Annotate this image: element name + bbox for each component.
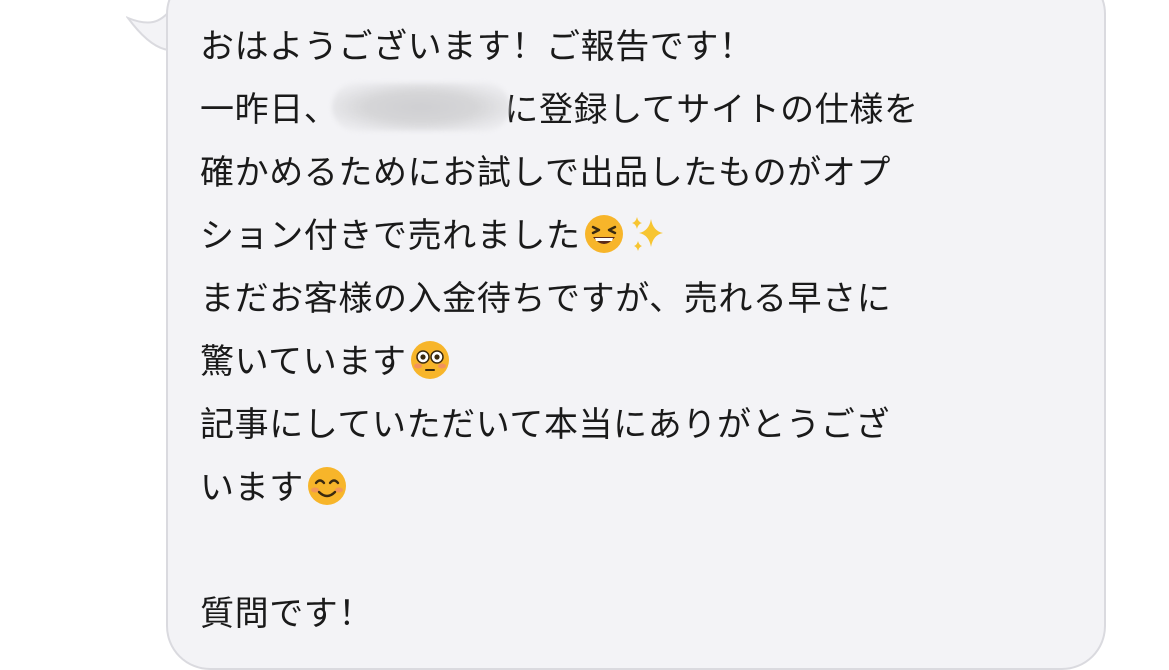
message-line-10: 質問です！ <box>200 594 373 634</box>
smiling-face-with-smiling-eyes-icon <box>306 465 348 507</box>
flushed-face-icon <box>409 339 451 381</box>
message-line-3: 確かめるためにお試しで出品したものがオプ <box>200 153 891 193</box>
message-line-4-text: ション付きで売れました <box>200 216 581 256</box>
message-line-6-text: 驚いています <box>200 342 407 382</box>
message-line-5: まだお客様の入金待ちですが、売れる早さに <box>200 279 892 319</box>
redacted-service-name <box>332 83 511 131</box>
sparkles-icon <box>627 213 669 255</box>
message-text: おはようございます！ご報告です！ 一昨日、 に登録してサイトの仕様を 確かめるため… <box>200 16 1080 646</box>
message-line-6: 驚いています <box>200 331 1080 394</box>
grinning-squinting-face-icon <box>583 213 625 255</box>
message-line-1: おはようございます！ご報告です！ <box>200 27 754 67</box>
message-line-7: 記事にしていただいて本当にありがとうござ <box>200 405 890 445</box>
message-line-8: います <box>200 457 1080 520</box>
message-line-2: 一昨日、 に登録してサイトの仕様を <box>200 79 1080 142</box>
message-line-4: ション付きで売れました <box>200 205 1080 268</box>
message-line-2-end: に登録してサイトの仕様を <box>504 90 919 130</box>
message-line-2-start: 一昨日、 <box>200 90 339 130</box>
chat-area: おはようございます！ご報告です！ 一昨日、 に登録してサイトの仕様を 確かめるため… <box>0 0 1169 670</box>
message-line-8-text: います <box>200 468 304 508</box>
